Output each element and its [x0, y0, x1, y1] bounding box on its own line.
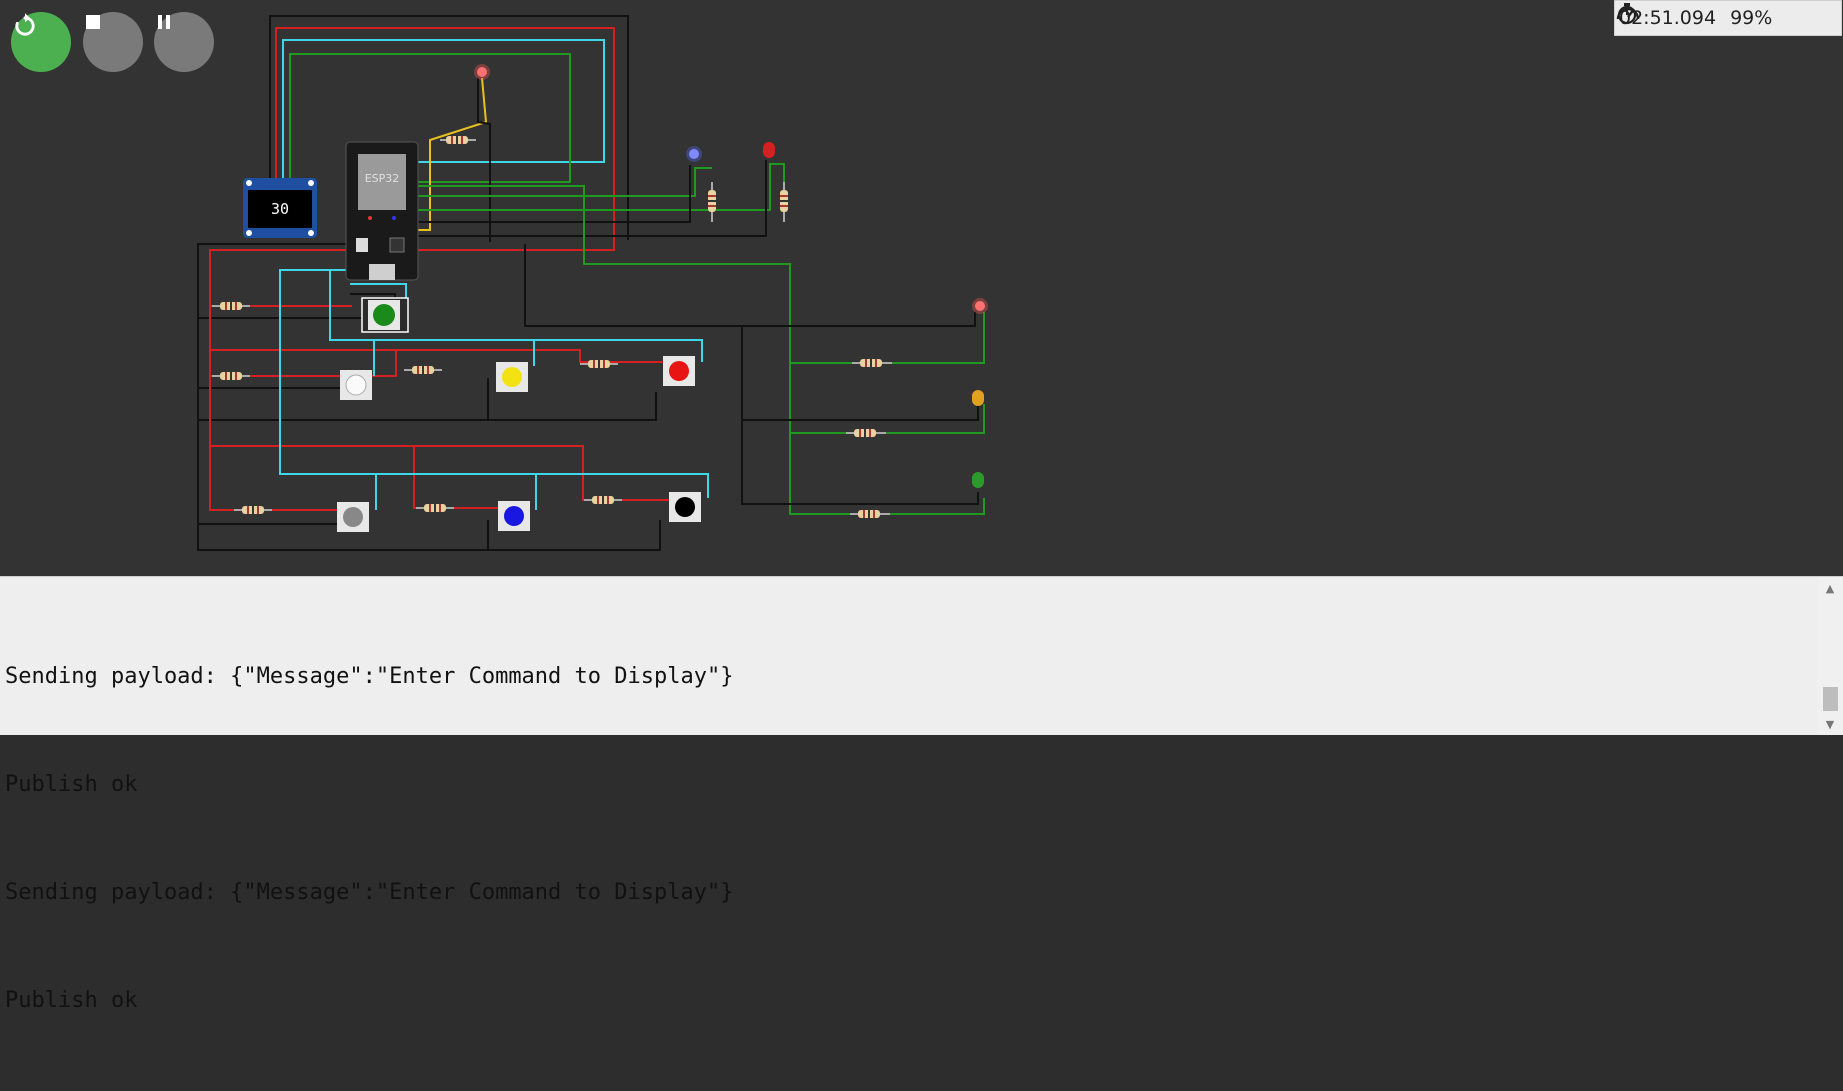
- wire: [372, 350, 397, 377]
- wire: [269, 15, 629, 240]
- leds: [474, 64, 988, 488]
- console-line: Publish ok: [5, 772, 138, 797]
- resistor: [852, 359, 892, 367]
- wire: [524, 244, 976, 327]
- mcu-label: ESP32: [365, 172, 400, 185]
- scroll-down-icon[interactable]: ▼: [1822, 719, 1838, 731]
- serial-monitor[interactable]: Sending payload: {"Message":"Enter Comma…: [0, 576, 1843, 1013]
- resistor: [212, 372, 250, 380]
- console-scrollbar[interactable]: ▲ ▼: [1817, 577, 1843, 735]
- wire: [790, 312, 985, 364]
- led-red-top: [474, 64, 490, 80]
- oled-display: 30: [243, 178, 317, 238]
- led-red-right: [972, 298, 988, 314]
- pushbutton-green: [361, 297, 409, 333]
- pushbutton-black: [669, 492, 701, 522]
- stop-icon: [86, 15, 100, 29]
- resistor: [404, 366, 442, 374]
- resistor: [846, 429, 886, 437]
- esp32-board: ESP32: [345, 141, 419, 281]
- console-line: Sending payload: {"Message":"Enter Comma…: [5, 880, 734, 905]
- scroll-up-icon[interactable]: ▲: [1822, 583, 1838, 595]
- resistor: [708, 182, 716, 222]
- wire: [413, 446, 500, 509]
- serial-output: Sending payload: {"Message":"Enter Comma…: [5, 587, 1813, 1091]
- resistor: [780, 182, 788, 222]
- push-buttons: [337, 297, 701, 532]
- resistor: [850, 510, 890, 518]
- pushbutton-gray: [337, 502, 369, 532]
- led-orange: [972, 390, 984, 406]
- console-line: Sending payload: {"Message":"Enter Comma…: [5, 664, 734, 689]
- pushbutton-yellow: [496, 362, 528, 392]
- scroll-thumb[interactable]: [1823, 687, 1838, 711]
- resistor: [416, 504, 454, 512]
- wire: [282, 39, 605, 180]
- wire: [198, 392, 657, 421]
- wire: [410, 165, 691, 223]
- led-green: [972, 472, 984, 488]
- resistor: [584, 496, 622, 504]
- led-red-2: [763, 142, 775, 158]
- pushbutton-red: [663, 356, 695, 386]
- pushbutton-blue: [498, 501, 530, 531]
- wire: [410, 77, 488, 231]
- oled-value: 30: [271, 200, 289, 218]
- simulation-canvas[interactable]: ESP32 30 02:51.094 99%: [0, 0, 1843, 576]
- resistor: [234, 506, 272, 514]
- restart-button[interactable]: [11, 12, 71, 72]
- led-blue: [686, 146, 702, 162]
- restart-icon: [15, 13, 35, 36]
- simulation-status: 02:51.094 99%: [1614, 0, 1842, 36]
- resistor: [440, 136, 476, 144]
- simulation-speed: 99%: [1730, 7, 1773, 29]
- circuit-diagram: ESP32 30: [197, 15, 988, 551]
- pause-icon: [158, 15, 170, 29]
- console-line: Publish ok: [5, 988, 138, 1013]
- speedometer-icon: [1616, 7, 1640, 20]
- stop-button[interactable]: [83, 12, 143, 72]
- pause-button[interactable]: [154, 12, 214, 72]
- wire: [741, 326, 979, 421]
- pushbutton-white: [340, 370, 372, 400]
- resistor: [212, 302, 250, 310]
- wire: [790, 404, 985, 434]
